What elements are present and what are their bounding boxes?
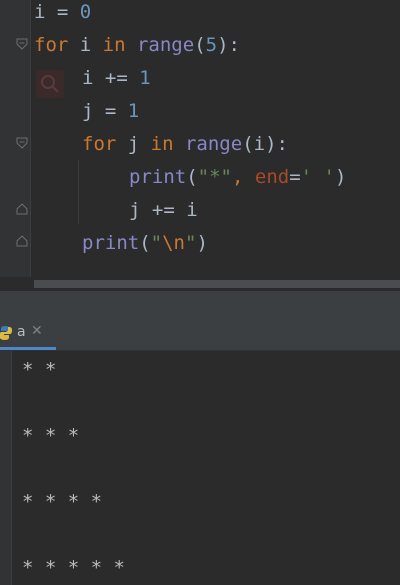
search-hint-icon[interactable] [36, 70, 64, 98]
fold-icon[interactable] [16, 137, 28, 149]
run-console[interactable]: * * * * * * * * * * * * * * [0, 351, 400, 585]
run-tab[interactable]: a ✕ [0, 317, 56, 350]
code-line-7[interactable]: j += i [129, 198, 198, 231]
output-line: * * * * * [22, 557, 125, 579]
tab-label: a [17, 324, 26, 340]
output-line: * * * * [22, 491, 103, 513]
gutter-separator [30, 0, 31, 291]
scrollbar-thumb[interactable] [34, 280, 400, 288]
panel-divider[interactable] [0, 291, 400, 317]
output-line: * * * [22, 425, 80, 447]
run-tab-bar: a ✕ [0, 317, 400, 351]
code-editor[interactable]: i = 0 for i in range(5): i += 1 j = 1 fo… [0, 0, 400, 291]
code-line-1[interactable]: i = 0 [34, 0, 91, 33]
code-line-5[interactable]: for j in range(i): [82, 132, 288, 165]
console-toolbar [0, 351, 12, 585]
close-icon[interactable]: ✕ [31, 323, 43, 339]
code-line-3[interactable]: i += 1 [82, 66, 151, 99]
python-icon [0, 326, 12, 340]
fold-icon[interactable] [16, 38, 28, 50]
output-line: * * [22, 359, 57, 381]
active-tab-indicator [0, 347, 56, 350]
code-line-2[interactable]: for i in range(5): [34, 33, 240, 66]
indent-guide [78, 160, 79, 224]
code-line-6[interactable]: print("*", end=' ') [129, 165, 346, 198]
fold-end-icon[interactable] [16, 235, 28, 247]
code-line-8[interactable]: print("\n") [82, 231, 208, 264]
code-line-4[interactable]: j = 1 [82, 99, 139, 132]
fold-end-icon[interactable] [16, 203, 28, 215]
